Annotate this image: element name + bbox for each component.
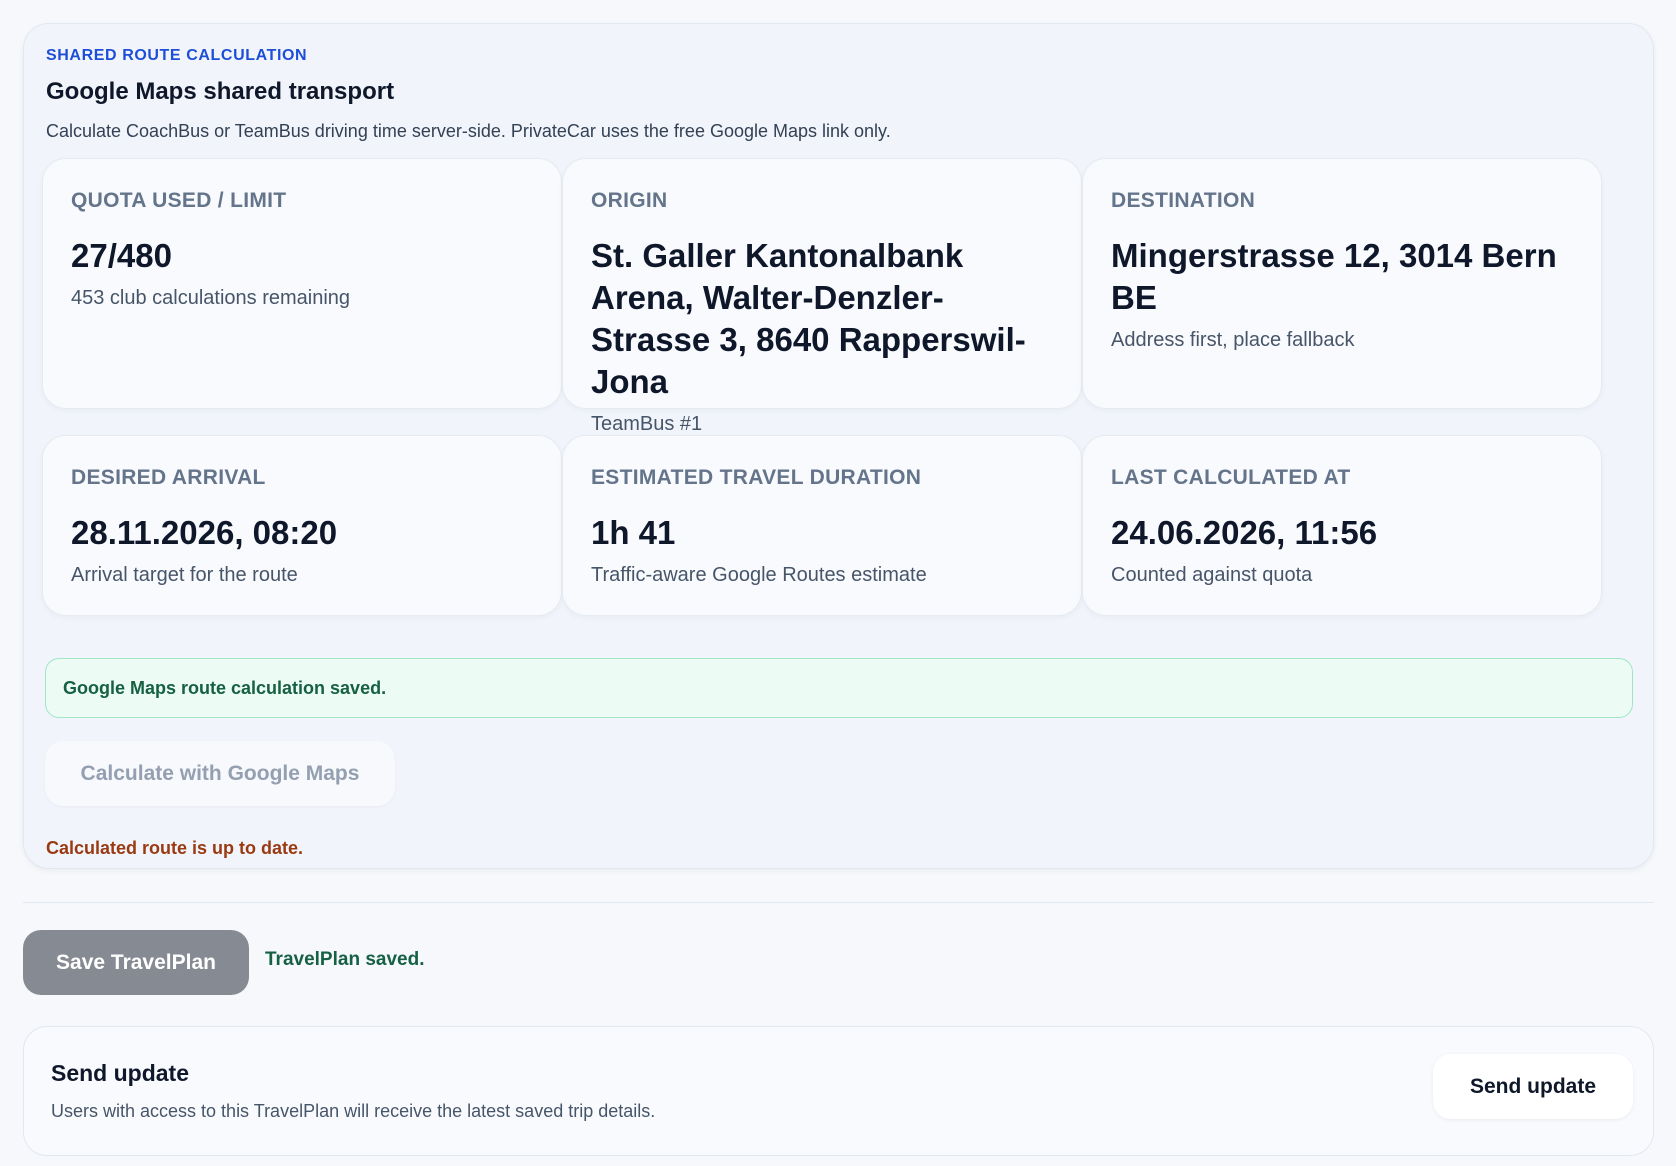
last-calculated-note: Counted against quota [1111,564,1313,586]
last-calculated-card: LAST CALCULATED AT 24.06.2026, 11:56 Cou… [1082,435,1602,616]
origin-card: ORIGIN St. Galler Kantonalbank Arena, Wa… [562,158,1082,435]
duration-note: Traffic-aware Google Routes estimate [591,564,927,586]
panel-description: Calculate CoachBus or TeamBus driving ti… [46,121,891,141]
last-calculated-value: 24.06.2026, 11:56 [1111,514,1378,551]
save-status: TravelPlan saved. [265,949,425,970]
quota-value: 27/480 [71,237,172,274]
destination-note: Address first, place fallback [1111,329,1355,351]
arrival-note: Arrival target for the route [71,564,298,586]
send-update-title: Send update [51,1060,190,1086]
duration-card: ESTIMATED TRAVEL DURATION 1h 41 Traffic-… [562,435,1082,616]
last-calculated-label: LAST CALCULATED AT [1111,466,1351,489]
calculate-google-maps-button[interactable]: Calculate with Google Maps [45,741,395,806]
section-divider [23,902,1654,903]
send-update-button[interactable]: Send update [1433,1054,1633,1119]
origin-address: St. Galler Kantonalbank Arena, Walter-De… [591,237,1026,400]
arrival-card: DESIRED ARRIVAL 28.11.2026, 08:20 Arriva… [42,435,562,616]
origin-vehicle: TeamBus #1 [591,413,703,435]
quota-card: QUOTA USED / LIMIT 27/480 453 club calcu… [42,158,562,409]
success-notice: Google Maps route calculation saved. [45,658,1633,718]
arrival-value: 28.11.2026, 08:20 [71,514,338,551]
save-travelplan-button[interactable]: Save TravelPlan [23,930,249,995]
destination-address: Mingerstrasse 12, 3014 Bern BE [1111,237,1557,316]
calculation-status: Calculated route is up to date. [46,838,304,858]
send-update-card: Send update Users with access to this Tr… [23,1026,1654,1156]
duration-value: 1h 41 [591,514,676,551]
quota-remaining: 453 club calculations remaining [71,287,351,309]
shared-route-panel: SHARED ROUTE CALCULATION Google Maps sha… [23,23,1654,869]
duration-label: ESTIMATED TRAVEL DURATION [591,466,922,489]
panel-title: Google Maps shared transport [46,78,395,105]
quota-label: QUOTA USED / LIMIT [71,189,287,212]
panel-eyebrow: SHARED ROUTE CALCULATION [46,47,308,64]
destination-label: DESTINATION [1111,189,1256,212]
destination-card: DESTINATION Mingerstrasse 12, 3014 Bern … [1082,158,1602,409]
origin-label: ORIGIN [591,189,668,212]
arrival-label: DESIRED ARRIVAL [71,466,266,489]
travelplan-page: SHARED ROUTE CALCULATION Google Maps sha… [0,0,1676,1166]
send-update-description: Users with access to this TravelPlan wil… [51,1101,656,1121]
